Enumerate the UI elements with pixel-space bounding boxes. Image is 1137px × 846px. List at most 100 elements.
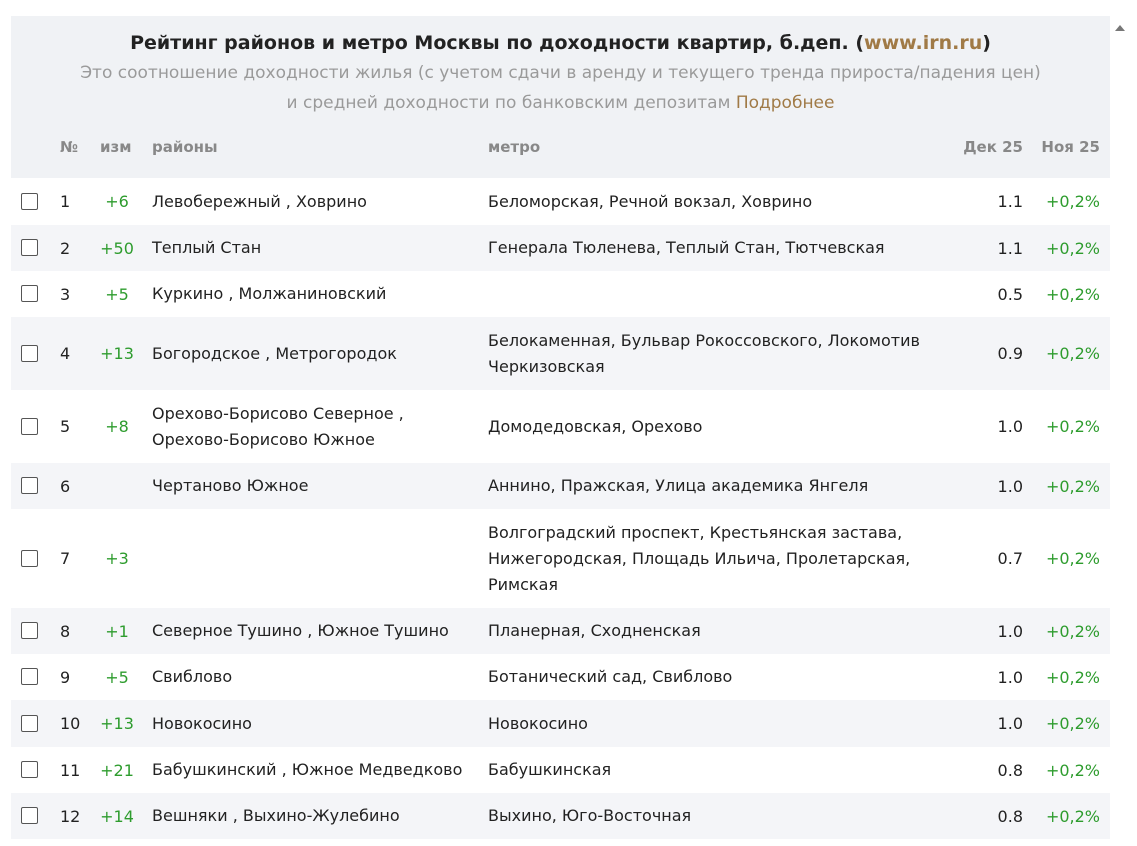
row-checkbox[interactable] bbox=[21, 239, 38, 256]
row-number: 6 bbox=[60, 476, 71, 496]
row-change: +14 bbox=[100, 806, 134, 826]
row-checkbox[interactable] bbox=[21, 344, 38, 362]
row-change: +50 bbox=[100, 238, 134, 258]
row-nov-value: +0,2% bbox=[1045, 476, 1100, 496]
row-nov-value: +0,2% bbox=[1045, 760, 1100, 780]
col-nov[interactable]: Ноя 25 bbox=[1041, 138, 1100, 156]
rating-subtitle: Это соотношение доходности жилья (с учет… bbox=[80, 63, 1041, 113]
row-change: +13 bbox=[100, 714, 134, 733]
row-checkbox[interactable] bbox=[21, 285, 38, 302]
table-row[interactable]: 4 +13 Богородское , Метрогородок Белокаменн… bbox=[11, 317, 1110, 390]
row-districts: Бабушкинский , Южное Медведково bbox=[152, 760, 463, 779]
row-metro: Генерала Тюленева, Теплый Стан, Тютчевск… bbox=[488, 238, 885, 257]
row-dec-value: 1.0 bbox=[997, 417, 1023, 436]
table-row[interactable]: 10 +13 Новокосино Новокосино 1.0 +0,2% bbox=[11, 700, 1110, 747]
rating-header: Рейтинг районов и метро Москвы по доходн… bbox=[11, 16, 1110, 178]
row-checkbox[interactable] bbox=[21, 714, 38, 732]
col-dec[interactable]: Дек 25 bbox=[963, 138, 1023, 156]
row-districts: Левобережный , Ховрино bbox=[152, 191, 367, 211]
table-row[interactable]: 3 +5 Куркино , Молжаниновский 0.5 +0,2% bbox=[11, 271, 1110, 317]
row-districts: Вешняки , Выхино-Жулебино bbox=[152, 806, 400, 825]
row-number: 9 bbox=[60, 667, 71, 687]
row-number: 11 bbox=[60, 760, 81, 780]
row-nov-value: +0,2% bbox=[1045, 667, 1100, 687]
col-num[interactable]: № bbox=[60, 138, 78, 156]
rating-panel: Рейтинг районов и метро Москвы по доходн… bbox=[11, 16, 1110, 846]
row-dec-value: 1.1 bbox=[997, 238, 1023, 258]
row-districts: Куркино , Молжаниновский bbox=[152, 284, 387, 303]
row-districts: Орехово-Борисово Северное , Орехово-Бори… bbox=[152, 403, 404, 449]
row-nov-value: +0,2% bbox=[1045, 192, 1100, 211]
more-link[interactable]: Подробнее bbox=[736, 93, 835, 113]
row-number: 2 bbox=[60, 238, 71, 258]
row-dec-value: 0.8 bbox=[997, 760, 1023, 780]
row-dec-value: 1.0 bbox=[997, 667, 1023, 687]
row-nov-value: +0,2% bbox=[1045, 806, 1100, 826]
row-number: 5 bbox=[60, 417, 71, 436]
row-dec-value: 0.7 bbox=[997, 549, 1023, 568]
rating-title: Рейтинг районов и метро Москвы по доходн… bbox=[130, 32, 991, 54]
row-checkbox[interactable] bbox=[21, 761, 38, 778]
table-header: № изм районы метро Дек 25 Ноя 25 bbox=[11, 130, 1110, 170]
row-checkbox[interactable] bbox=[21, 417, 38, 435]
row-metro: Выхино, Юго-Восточная bbox=[488, 806, 692, 825]
col-metro[interactable]: метро bbox=[488, 138, 540, 156]
table-row[interactable]: 9 +5 Свиблово Ботанический сад, Свиблово 1.0… bbox=[11, 654, 1110, 700]
col-change[interactable]: изм bbox=[100, 138, 132, 156]
row-metro: Бабушкинская bbox=[488, 760, 612, 779]
col-districts[interactable]: районы bbox=[152, 138, 218, 156]
row-number: 3 bbox=[60, 284, 71, 304]
row-districts: Новокосино bbox=[152, 713, 252, 733]
row-number: 4 bbox=[60, 344, 71, 363]
row-change: +8 bbox=[105, 417, 129, 436]
row-change: +5 bbox=[105, 284, 129, 304]
row-dec-value: 1.0 bbox=[997, 621, 1023, 641]
row-number: 1 bbox=[60, 192, 71, 211]
row-districts: Северное Тушино , Южное Тушино bbox=[152, 621, 449, 640]
row-checkbox[interactable] bbox=[21, 549, 38, 567]
row-nov-value: +0,2% bbox=[1045, 621, 1100, 641]
row-checkbox[interactable] bbox=[21, 192, 38, 210]
row-nov-value: +0,2% bbox=[1045, 344, 1100, 363]
row-dec-value: 0.8 bbox=[997, 806, 1023, 826]
row-districts: Чертаново Южное bbox=[152, 476, 309, 495]
row-change: +1 bbox=[105, 621, 129, 641]
row-districts: Теплый Стан bbox=[152, 238, 262, 257]
row-districts: Свиблово bbox=[152, 667, 233, 686]
row-checkbox[interactable] bbox=[21, 807, 38, 824]
table-row[interactable]: 7 +3 Волгоградский проспект, Крестьянская … bbox=[11, 509, 1110, 608]
row-nov-value: +0,2% bbox=[1045, 549, 1100, 568]
row-change: +6 bbox=[105, 192, 129, 211]
row-number: 12 bbox=[60, 806, 81, 826]
table-body: 1 +6 Левобережный , Ховрино Беломорская, Ре… bbox=[11, 178, 1110, 839]
row-metro: Ботанический сад, Свиблово bbox=[488, 667, 733, 686]
row-checkbox[interactable] bbox=[21, 477, 38, 494]
table-row[interactable]: 12 +14 Вешняки , Выхино-Жулебино Выхино, Юг… bbox=[11, 793, 1110, 839]
row-nov-value: +0,2% bbox=[1045, 417, 1100, 436]
row-districts: Богородское , Метрогородок bbox=[152, 343, 397, 363]
scroll-up-icon[interactable] bbox=[1115, 25, 1125, 31]
row-number: 10 bbox=[60, 714, 81, 733]
row-nov-value: +0,2% bbox=[1045, 714, 1100, 733]
row-dec-value: 1.0 bbox=[997, 476, 1023, 496]
table-row[interactable]: 11 +21 Бабушкинский , Южное Медведково Бабу… bbox=[11, 747, 1110, 793]
row-metro: Волгоградский проспект, Крестьянская зас… bbox=[488, 522, 911, 594]
row-metro: Новокосино bbox=[488, 713, 588, 733]
row-dec-value: 0.5 bbox=[997, 284, 1023, 304]
table-row[interactable]: 6 Чертаново Южное Аннино, Пражская, Улица … bbox=[11, 463, 1110, 509]
source-link[interactable]: www.irn.ru bbox=[864, 32, 982, 54]
row-change: +21 bbox=[100, 760, 134, 780]
row-dec-value: 1.1 bbox=[997, 192, 1023, 211]
row-checkbox[interactable] bbox=[21, 622, 38, 639]
table-row[interactable]: 8 +1 Северное Тушино , Южное Тушино Планерн… bbox=[11, 608, 1110, 654]
table-row[interactable]: 2 +50 Теплый Стан Генерала Тюленева, Теплый… bbox=[11, 225, 1110, 271]
table-row[interactable]: 1 +6 Левобережный , Ховрино Беломорская, Ре… bbox=[11, 178, 1110, 225]
table-row[interactable]: 5 +8 Орехово-Борисово Северное , Орехово-Б… bbox=[11, 390, 1110, 463]
row-metro: Белокаменная, Бульвар Рокоссовского, Лок… bbox=[488, 330, 920, 376]
row-change: +5 bbox=[105, 667, 129, 687]
row-nov-value: +0,2% bbox=[1045, 284, 1100, 304]
row-change: +3 bbox=[105, 549, 129, 568]
row-dec-value: 1.0 bbox=[997, 714, 1023, 733]
row-checkbox[interactable] bbox=[21, 668, 38, 685]
row-number: 8 bbox=[60, 621, 71, 641]
